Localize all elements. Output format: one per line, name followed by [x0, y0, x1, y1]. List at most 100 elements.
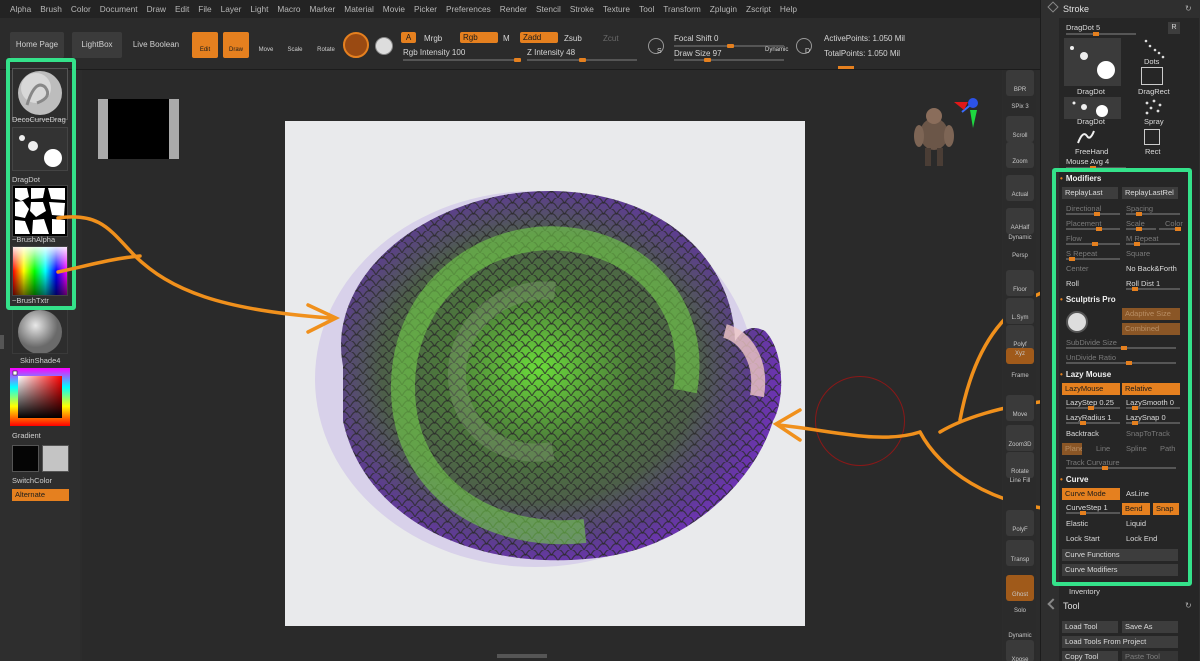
dock-move[interactable]: Move	[1006, 395, 1034, 421]
load-tools-from-project-button[interactable]: Load Tools From Project	[1062, 636, 1178, 648]
dock-line-fill[interactable]: Line Fill	[1006, 475, 1034, 489]
zsub-button[interactable]: Zsub	[564, 34, 582, 43]
dock-aahalf[interactable]: AAHalf	[1006, 208, 1034, 234]
menu-color[interactable]: Color	[71, 4, 91, 14]
menu-zscript[interactable]: Zscript	[746, 4, 771, 14]
menu-transform[interactable]: Transform	[663, 4, 701, 14]
edit-button[interactable]: Edit	[192, 32, 218, 58]
paste-tool-button[interactable]: Paste Tool	[1122, 651, 1178, 661]
dock-frame[interactable]: Frame	[1006, 370, 1034, 386]
alternate-button[interactable]: Alternate	[12, 489, 69, 501]
menu-material[interactable]: Material	[344, 4, 374, 14]
menu-brush[interactable]: Brush	[40, 4, 62, 14]
material-swatch[interactable]	[343, 32, 369, 58]
draw-size-cursor-ring	[815, 376, 905, 466]
menu-macro[interactable]: Macro	[277, 4, 300, 14]
tool-refresh-icon[interactable]: ↻	[1185, 601, 1192, 610]
menu-document[interactable]: Document	[100, 4, 138, 14]
tool-panel-title[interactable]: Tool	[1063, 601, 1080, 611]
menu-texture[interactable]: Texture	[603, 4, 630, 14]
dock-ghost[interactable]: Ghost	[1006, 575, 1034, 601]
dock-dynamic[interactable]: Dynamic	[1006, 232, 1034, 246]
dock-xyz[interactable]: Xyz	[1006, 348, 1034, 364]
mouse-avg-slider[interactable]: Mouse Avg 4	[1066, 157, 1109, 166]
dock-actual[interactable]: Actual	[1006, 175, 1034, 201]
dock-spix-3[interactable]: SPix 3	[1006, 101, 1034, 113]
dock-xpose[interactable]: Xpose	[1006, 640, 1034, 661]
focal-shift-slider[interactable]: Focal Shift 0	[674, 34, 718, 43]
dock-solo[interactable]: Solo	[1006, 605, 1034, 623]
sculptris-icon[interactable]	[375, 37, 393, 55]
reset-stroke-button[interactable]: R	[1168, 22, 1180, 34]
dock-scroll[interactable]: Scroll	[1006, 116, 1034, 142]
draw-size-slider[interactable]: Draw Size 97	[674, 49, 722, 58]
dock-transp[interactable]: Transp	[1006, 540, 1034, 566]
home-page-button[interactable]: Home Page	[10, 32, 64, 58]
menu-edit[interactable]: Edit	[175, 4, 189, 14]
load-tool-button[interactable]: Load Tool	[1062, 621, 1118, 633]
draw-size-track[interactable]	[674, 58, 784, 62]
dock-zoom[interactable]: Zoom	[1006, 142, 1034, 168]
menu-stencil[interactable]: Stencil	[536, 4, 561, 14]
menu-help[interactable]: Help	[780, 4, 797, 14]
draw-button[interactable]: Draw	[223, 32, 249, 58]
zadd-button[interactable]: Zadd	[520, 32, 558, 43]
menu-marker[interactable]: Marker	[309, 4, 335, 14]
copy-tool-button[interactable]: Copy Tool	[1062, 651, 1118, 661]
secondary-color-swatch[interactable]	[42, 445, 69, 472]
menu-movie[interactable]: Movie	[383, 4, 405, 14]
spray-stroke-icon[interactable]	[1142, 98, 1166, 116]
m-button[interactable]: M	[503, 34, 510, 43]
dock-l-sym[interactable]: L.Sym	[1006, 298, 1034, 324]
menu-file[interactable]: File	[198, 4, 211, 14]
menu-stroke[interactable]: Stroke	[570, 4, 594, 14]
lightbox-button[interactable]: LightBox	[72, 32, 122, 58]
dock-bpr[interactable]: BPR	[1006, 70, 1034, 96]
scale-button[interactable]: Scale	[283, 32, 307, 58]
color-picker[interactable]	[10, 368, 70, 426]
menu-picker[interactable]: Picker	[414, 4, 437, 14]
material-thumbnail[interactable]	[12, 308, 68, 354]
stroke-panel-title[interactable]: Stroke	[1063, 4, 1089, 14]
zcut-button[interactable]: Zcut	[603, 34, 619, 43]
stroke-preview-large[interactable]	[1064, 38, 1121, 86]
navigator-thumbnail[interactable]	[98, 99, 179, 159]
rgb-button[interactable]: Rgb	[460, 32, 498, 43]
menu-layer[interactable]: Layer	[221, 4, 242, 14]
current-stroke-track[interactable]	[1066, 32, 1136, 36]
move-button[interactable]: Move	[254, 32, 278, 58]
menu-tool[interactable]: Tool	[639, 4, 654, 14]
rotate-button[interactable]: Rotate	[313, 32, 339, 58]
menu-render[interactable]: Render	[500, 4, 527, 14]
inventory-label[interactable]: Inventory	[1069, 587, 1100, 596]
freehand-stroke-icon[interactable]	[1075, 128, 1097, 146]
menu-alpha[interactable]: Alpha	[10, 4, 31, 14]
z-intensity-slider[interactable]: Z Intensity 48	[527, 48, 575, 57]
mrgb-button[interactable]: Mrgb	[424, 34, 442, 43]
bottom-scroll-handle[interactable]	[497, 654, 547, 658]
left-collapse-handle[interactable]	[0, 335, 4, 349]
refresh-icon[interactable]: ↻	[1185, 4, 1192, 13]
menu-draw[interactable]: Draw	[147, 4, 166, 14]
drag-rect-icon[interactable]	[1141, 67, 1163, 85]
rgb-intensity-track[interactable]	[403, 58, 521, 62]
z-intensity-track[interactable]	[527, 58, 637, 62]
rect-stroke-icon[interactable]	[1144, 129, 1160, 145]
menu-preferences[interactable]: Preferences	[446, 4, 491, 14]
live-boolean-button[interactable]: Live Boolean	[128, 32, 184, 58]
dock-dynamic[interactable]: Dynamic	[1006, 630, 1034, 640]
a-button[interactable]: A	[401, 32, 416, 43]
menu-light[interactable]: Light	[250, 4, 268, 14]
menu-zplugin[interactable]: Zplugin	[710, 4, 737, 14]
switch-color-button[interactable]: SwitchColor	[12, 476, 74, 485]
drag-dot-small-preview[interactable]	[1064, 97, 1121, 119]
dock-persp[interactable]: Persp	[1006, 250, 1034, 264]
dock-floor[interactable]: Floor	[1006, 270, 1034, 296]
dock-zoom3d[interactable]: Zoom3D	[1006, 425, 1034, 451]
rgb-intensity-slider[interactable]: Rgb Intensity 100	[403, 48, 465, 57]
save-as-button[interactable]: Save As	[1122, 621, 1178, 633]
dynamic-toggle[interactable]: Dynamic	[765, 47, 788, 53]
document-canvas[interactable]	[285, 121, 805, 626]
dock-polyf[interactable]: PolyF	[1006, 510, 1034, 536]
primary-color-swatch[interactable]	[12, 445, 39, 472]
